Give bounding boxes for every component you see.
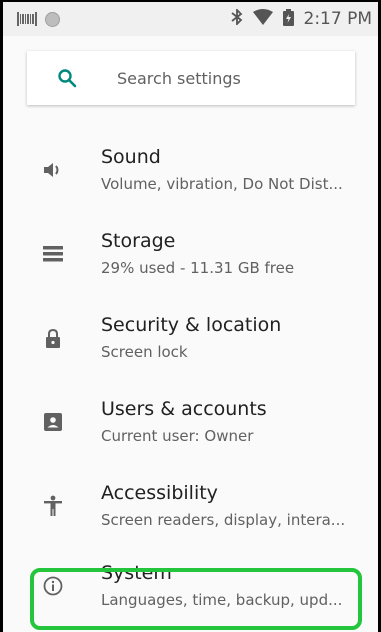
account-icon <box>41 410 65 434</box>
bluetooth-icon <box>230 7 243 29</box>
search-input[interactable]: Search settings <box>117 69 241 88</box>
settings-item-accessibility[interactable]: Accessibility Screen readers, display, i… <box>3 464 378 548</box>
settings-item-subtitle: Languages, time, backup, upd... <box>101 591 343 609</box>
settings-item-subtitle: Volume, vibration, Do Not Dist... <box>101 175 343 193</box>
settings-item-security[interactable]: Security & location Screen lock <box>3 296 378 380</box>
search-icon[interactable] <box>57 68 77 88</box>
settings-item-system[interactable]: System Languages, time, backup, upd... <box>3 544 378 628</box>
accessibility-icon <box>41 494 65 518</box>
settings-item-subtitle: Screen readers, display, intera... <box>101 511 346 529</box>
settings-item-title: Users & accounts <box>101 398 267 420</box>
settings-screen: 2:17 PM Search settings Sound Volume, vi… <box>0 0 381 632</box>
settings-item-title: Security & location <box>101 314 282 336</box>
search-bar[interactable]: Search settings <box>27 51 355 105</box>
barcode-icon <box>17 12 37 26</box>
circle-icon <box>45 11 60 27</box>
storage-icon <box>41 242 65 266</box>
settings-item-sound[interactable]: Sound Volume, vibration, Do Not Dist... <box>3 128 378 212</box>
settings-item-subtitle: 29% used - 11.31 GB free <box>101 259 295 277</box>
settings-item-title: Storage <box>101 230 176 252</box>
settings-item-title: Sound <box>101 146 161 168</box>
volume-icon <box>41 158 65 182</box>
settings-item-title: Accessibility <box>101 482 218 504</box>
status-time: 2:17 PM <box>303 9 373 29</box>
wifi-icon <box>252 9 273 29</box>
settings-item-subtitle: Current user: Owner <box>101 427 254 445</box>
settings-item-accounts[interactable]: Users & accounts Current user: Owner <box>3 380 378 464</box>
status-bar: 2:17 PM <box>3 2 378 36</box>
settings-item-storage[interactable]: Storage 29% used - 11.31 GB free <box>3 212 378 296</box>
lock-icon <box>41 326 65 350</box>
info-icon <box>41 574 65 598</box>
settings-item-subtitle: Screen lock <box>101 343 188 361</box>
battery-icon <box>282 8 294 30</box>
settings-item-title: System <box>101 562 172 584</box>
